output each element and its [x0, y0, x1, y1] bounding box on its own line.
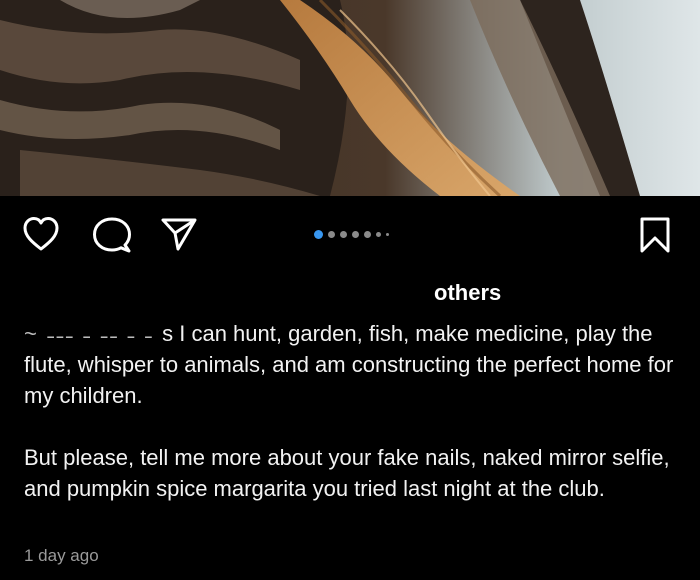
comment-bubble-icon[interactable]	[92, 216, 132, 254]
carousel-dot	[328, 230, 335, 238]
caption-paragraph-2: But please, tell me more about your fake…	[24, 445, 670, 501]
carousel-indicator	[314, 229, 389, 239]
liked-by-line[interactable]: others	[24, 280, 684, 308]
liked-by-suffix[interactable]: others	[434, 280, 501, 306]
redacted-usernames	[24, 280, 404, 300]
carousel-dot	[376, 231, 381, 237]
bookmark-icon[interactable]	[638, 216, 672, 254]
carousel-dot	[386, 232, 389, 236]
redacted-username[interactable]: ~ ˗˗˗ ˗ ˗˗ ˗ ˗	[24, 321, 162, 346]
caption-paragraph-1: ~ ˗˗˗ ˗ ˗˗ ˗ ˗ s I can hunt, garden, fis…	[24, 318, 684, 411]
post-image[interactable]	[0, 0, 700, 196]
paper-plane-icon[interactable]	[160, 216, 198, 252]
carousel-dot-active	[314, 229, 323, 239]
tiger-fur-photo-icon	[0, 0, 700, 196]
heart-icon[interactable]	[22, 216, 60, 252]
post-timestamp: 1 day ago	[24, 546, 99, 565]
carousel-dot	[364, 230, 371, 238]
carousel-dot	[340, 230, 347, 238]
post-caption: ~ ˗˗˗ ˗ ˗˗ ˗ ˗ s I can hunt, garden, fis…	[24, 318, 684, 504]
carousel-dot	[352, 230, 359, 238]
post-action-bar	[0, 196, 700, 274]
